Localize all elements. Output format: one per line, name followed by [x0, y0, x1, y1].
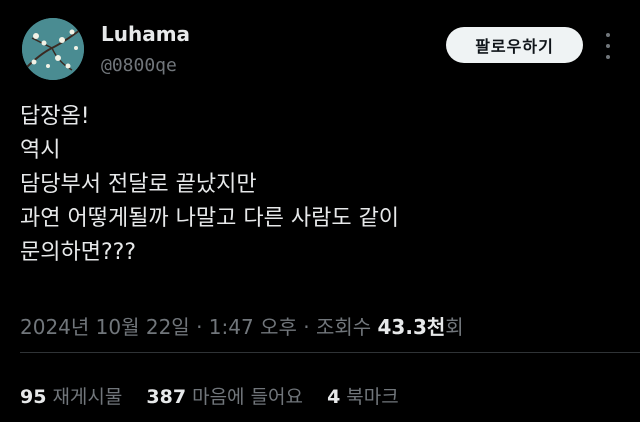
views-label: 조회수: [315, 315, 372, 339]
author-handle[interactable]: @0800qe: [101, 55, 177, 76]
divider: [20, 352, 640, 353]
tweet-date[interactable]: 2024년 10월 22일: [20, 315, 190, 339]
meta-separator: ·: [303, 315, 310, 339]
tweet-line: 과연 어떻게될까 나말고 다른 사람도 같이: [20, 206, 400, 231]
avatar[interactable]: [22, 18, 84, 80]
tweet-time[interactable]: 1:47 오후: [209, 315, 297, 339]
views-suffix: 회: [445, 315, 464, 339]
likes-count: 387: [146, 386, 187, 408]
tweet-meta: 2024년 10월 22일 · 1:47 오후 · 조회수 43.3천회: [20, 311, 464, 340]
engagement-stats: 95 재게시물 387 마음에 들어요 4 북마크: [20, 382, 417, 409]
likes-label: 마음에 들어요: [192, 386, 304, 408]
almond-blossom-avatar-icon: [22, 18, 84, 80]
meta-separator: ·: [196, 315, 203, 339]
likes-stat[interactable]: 387 마음에 들어요: [146, 382, 303, 409]
tweet-line: 답장옴!: [20, 104, 90, 129]
reposts-stat[interactable]: 95 재게시물: [20, 382, 122, 409]
more-vertical-icon[interactable]: [601, 33, 615, 59]
reposts-label: 재게시물: [52, 386, 123, 408]
tweet-text: 답장옴! 역시 담당부서 전달로 끝났지만 과연 어떻게될까 나말고 다른 사람…: [20, 100, 399, 270]
tweet-line: 문의하면???: [20, 240, 136, 265]
author-display-name[interactable]: Luhama: [101, 22, 190, 46]
bookmarks-count: 4: [327, 386, 341, 408]
tweet-line: 담당부서 전달로 끝났지만: [20, 172, 257, 197]
tweet-line: 역시: [20, 138, 61, 163]
reposts-count: 95: [20, 386, 47, 408]
bookmarks-stat[interactable]: 4 북마크: [327, 382, 399, 409]
views-count: 43.3천: [377, 315, 446, 339]
bookmarks-label: 북마크: [346, 386, 399, 408]
follow-button[interactable]: 팔로우하기: [446, 27, 583, 63]
